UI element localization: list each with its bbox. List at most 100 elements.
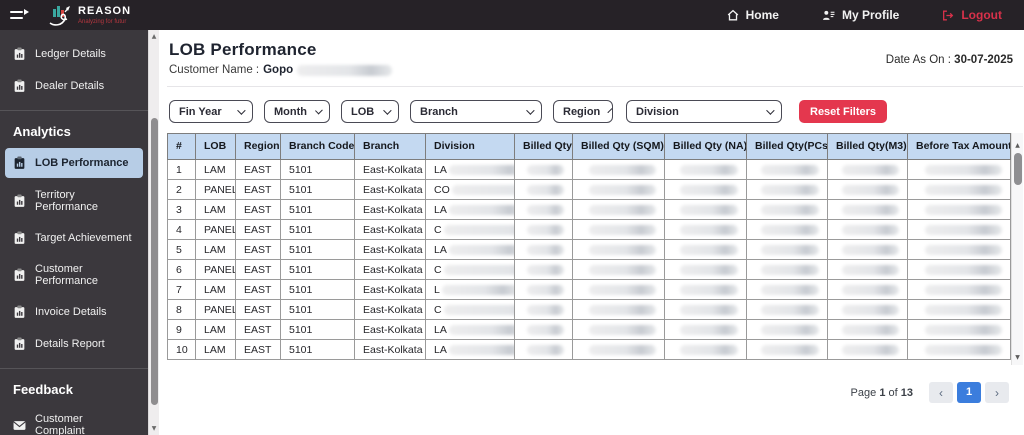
sidebar-item-ledger-details[interactable]: Ledger Details xyxy=(0,38,148,70)
col-header[interactable]: Branch Code xyxy=(281,134,355,160)
col-header[interactable]: Billed Qty (SQM) xyxy=(573,134,665,160)
next-page-button[interactable]: › xyxy=(985,382,1009,403)
logout-label: Logout xyxy=(961,8,1002,22)
table-cell: PANEL xyxy=(196,260,236,280)
sidebar-scrollbar-thumb[interactable] xyxy=(151,118,158,405)
sidebar-item-customer-performance[interactable]: Customer Performance xyxy=(0,254,148,296)
table-cell xyxy=(908,220,1011,240)
table-cell: East-Kolkata xyxy=(355,260,426,280)
table-row: 7 LAM EAST 5101 East-Kolkata L xyxy=(168,280,1011,300)
table-cell xyxy=(515,240,573,260)
customer-label: Customer Name : xyxy=(169,64,259,76)
table-scrollbar-thumb[interactable] xyxy=(1014,153,1022,185)
branch-dropdown[interactable]: Branch xyxy=(410,100,542,123)
redacted-value xyxy=(761,285,819,295)
table-cell: EAST xyxy=(236,220,281,240)
division-dropdown[interactable]: Division xyxy=(626,100,782,123)
table-cell: 5101 xyxy=(281,240,355,260)
col-header[interactable]: Before Tax Amount xyxy=(908,134,1011,160)
col-header[interactable]: Region xyxy=(236,134,281,160)
main-content: LOB Performance Customer Name : Gopo Dat… xyxy=(159,30,1024,435)
redacted-value xyxy=(449,165,515,175)
sidebar-item-customer-complaint[interactable]: Customer Complaint xyxy=(0,404,148,435)
col-header[interactable]: Billed Qty(M3) xyxy=(828,134,908,160)
page-info: Page 1 of 13 xyxy=(851,387,913,399)
chevron-down-icon xyxy=(766,106,774,114)
table-cell: 5101 xyxy=(281,220,355,240)
profile-icon xyxy=(821,9,836,22)
sidebar-scrollbar[interactable]: ▲ ▼ xyxy=(148,30,159,435)
table-cell: LAM xyxy=(196,240,236,260)
redacted-value xyxy=(527,245,564,255)
sidebar-item-territory-performance[interactable]: Territory Performance xyxy=(0,180,148,222)
sidebar-item-dealer-details[interactable]: Dealer Details xyxy=(0,70,148,102)
scroll-up-icon[interactable]: ▲ xyxy=(149,33,159,40)
col-header[interactable]: Billed Qty(PCs) xyxy=(747,134,828,160)
table-cell: East-Kolkata xyxy=(355,300,426,320)
redacted-value xyxy=(589,305,657,315)
my-profile-link[interactable]: My Profile xyxy=(821,8,899,22)
home-link[interactable]: Home xyxy=(726,8,779,22)
table-cell xyxy=(747,240,828,260)
redacted-value xyxy=(761,345,819,355)
page-total: 13 xyxy=(901,387,913,399)
lob-dropdown[interactable]: LOB xyxy=(341,100,399,123)
col-header[interactable]: LOB xyxy=(196,134,236,160)
redacted-value xyxy=(680,225,739,235)
sidebar-item-details-report[interactable]: Details Report xyxy=(0,328,148,360)
page-1-button[interactable]: 1 xyxy=(957,382,981,403)
redacted-value xyxy=(761,305,819,315)
col-header[interactable]: Branch xyxy=(355,134,426,160)
scroll-down-icon[interactable]: ▼ xyxy=(1012,354,1023,361)
sidebar-toggle-icon[interactable] xyxy=(10,8,30,22)
scroll-up-icon[interactable]: ▲ xyxy=(1012,142,1023,149)
table-cell: LAM xyxy=(196,320,236,340)
col-header[interactable]: Billed Qty xyxy=(515,134,573,160)
table-cell xyxy=(747,160,828,180)
redacted-value xyxy=(442,285,515,295)
chevron-down-icon xyxy=(237,106,245,114)
table-cell xyxy=(747,280,828,300)
redacted-value xyxy=(925,305,1002,315)
page-current: 1 xyxy=(879,387,885,399)
brand-name: REASON xyxy=(78,6,131,17)
table-row: 6 PANEL EAST 5101 East-Kolkata C xyxy=(168,260,1011,280)
redacted-value xyxy=(527,285,564,295)
table-cell: 2 xyxy=(168,180,196,200)
region-dropdown[interactable]: Region xyxy=(553,100,613,123)
sidebar-item-lob-performance[interactable]: LOB Performance xyxy=(5,148,143,178)
clipboard-icon xyxy=(13,194,26,208)
table-cell xyxy=(515,200,573,220)
redacted-value xyxy=(589,165,657,175)
table-cell: C xyxy=(426,220,515,240)
table-cell: LAM xyxy=(196,280,236,300)
table-cell xyxy=(908,260,1011,280)
scroll-down-icon[interactable]: ▼ xyxy=(149,425,159,432)
table-cell xyxy=(747,300,828,320)
col-header[interactable]: Division xyxy=(426,134,515,160)
col-header[interactable]: Billed Qty (NA) xyxy=(665,134,747,160)
redacted-value xyxy=(589,345,657,355)
table-cell xyxy=(828,220,908,240)
redacted-value xyxy=(761,225,819,235)
table-row: 1 LAM EAST 5101 East-Kolkata LA xyxy=(168,160,1011,180)
logout-link[interactable]: Logout xyxy=(941,8,1002,22)
table-cell xyxy=(828,180,908,200)
redacted-value xyxy=(527,265,564,275)
table-cell xyxy=(665,280,747,300)
reset-filters-button[interactable]: Reset Filters xyxy=(799,100,887,123)
sidebar-item-label: LOB Performance xyxy=(35,157,129,169)
col-header[interactable]: # xyxy=(168,134,196,160)
sidebar-item-target-achievement[interactable]: Target Achievement xyxy=(0,222,148,254)
table-cell: 5101 xyxy=(281,260,355,280)
prev-page-button[interactable]: ‹ xyxy=(929,382,953,403)
table-cell xyxy=(908,280,1011,300)
month-dropdown[interactable]: Month xyxy=(264,100,330,123)
sidebar-item-invoice-details[interactable]: Invoice Details xyxy=(0,296,148,328)
table-scrollbar[interactable]: ▲ ▼ xyxy=(1011,133,1023,365)
date-value: 30-07-2025 xyxy=(954,54,1013,66)
table-cell xyxy=(665,180,747,200)
fin-year-dropdown[interactable]: Fin Year xyxy=(169,100,253,123)
table-cell xyxy=(828,200,908,220)
division-label: Division xyxy=(636,106,679,118)
